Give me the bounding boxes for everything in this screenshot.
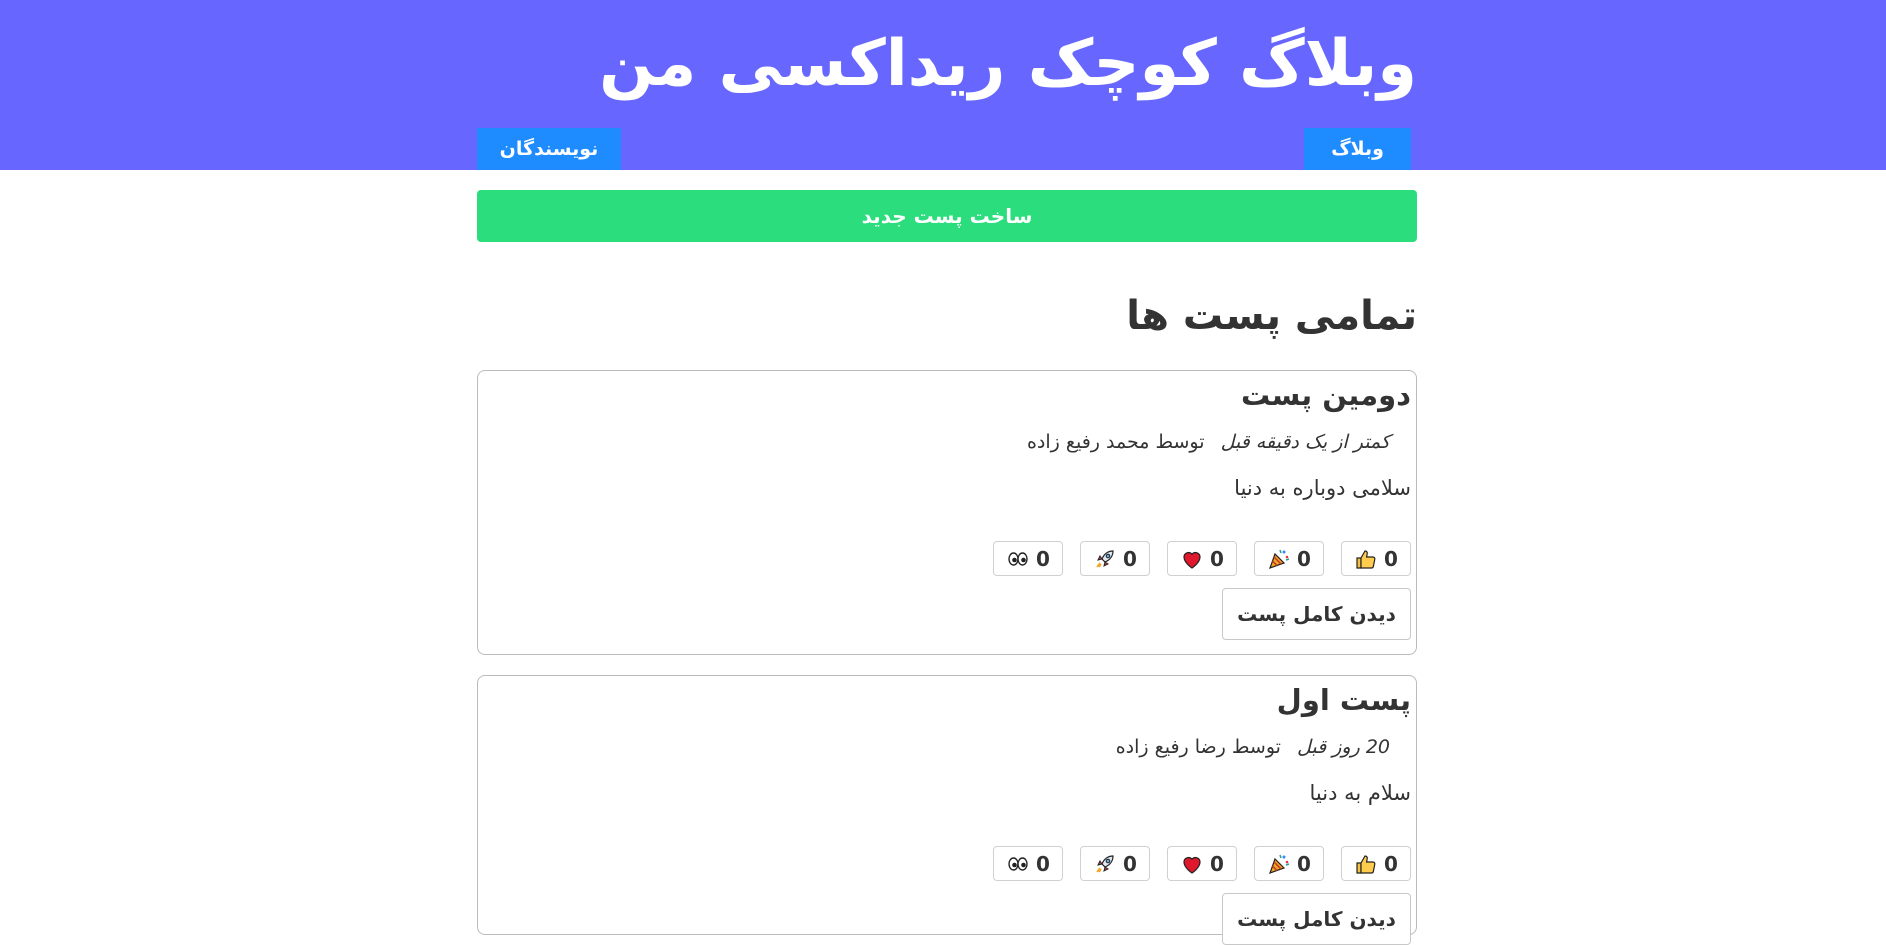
reaction-count: 0 bbox=[1210, 851, 1224, 876]
reaction-count: 0 bbox=[1036, 851, 1050, 876]
reaction-bar: 0 0 0 0 0 bbox=[993, 541, 1411, 576]
heart-icon bbox=[1183, 551, 1201, 569]
post-time: کمتر از یک دقیقه قبل bbox=[1220, 431, 1390, 453]
post-title: پست اول bbox=[1276, 683, 1411, 717]
reaction-count: 0 bbox=[1210, 546, 1224, 571]
site-header: وبلاگ کوچک ریداکسی من وبلاگ نویسندگان bbox=[0, 0, 1886, 170]
post-author: توسط محمد رفیع زاده bbox=[1026, 431, 1205, 453]
party-popper-icon bbox=[1269, 854, 1290, 874]
reaction-bar: 0 0 0 0 0 bbox=[993, 846, 1411, 881]
reaction-count: 0 bbox=[1297, 546, 1311, 571]
eyes-icon bbox=[1008, 551, 1028, 566]
post-time: 20 روز قبل bbox=[1297, 736, 1390, 758]
reaction-heart-button[interactable]: 0 bbox=[1167, 541, 1237, 576]
post-meta: کمتر از یک دقیقه قبل توسط محمد رفیع زاده bbox=[1027, 429, 1390, 455]
post-meta: 20 روز قبل توسط رضا رفیع زاده bbox=[1116, 734, 1390, 760]
reaction-eyes-button[interactable]: 0 bbox=[993, 846, 1063, 881]
site-title: وبلاگ کوچک ریداکسی من bbox=[599, 27, 1417, 101]
reaction-count: 0 bbox=[1384, 851, 1398, 876]
post-excerpt: سلامی دوباره به دنیا bbox=[1234, 476, 1411, 500]
post-excerpt: سلام به دنیا bbox=[1309, 781, 1411, 805]
reaction-count: 0 bbox=[1297, 851, 1311, 876]
reaction-heart-button[interactable]: 0 bbox=[1167, 846, 1237, 881]
reaction-party-button[interactable]: 0 bbox=[1254, 541, 1324, 576]
post-card: پست اول 20 روز قبل توسط رضا رفیع زاده سل… bbox=[477, 675, 1417, 945]
eyes-icon bbox=[1008, 856, 1028, 871]
view-full-post-button[interactable]: دیدن کامل پست bbox=[1222, 588, 1411, 640]
create-post-button[interactable]: ساخت پست جدید bbox=[477, 190, 1417, 242]
rocket-icon bbox=[1096, 854, 1114, 872]
reaction-rocket-button[interactable]: 0 bbox=[1080, 541, 1150, 576]
rocket-icon bbox=[1096, 549, 1114, 567]
reaction-party-button[interactable]: 0 bbox=[1254, 846, 1324, 881]
reaction-count: 0 bbox=[1384, 546, 1398, 571]
post-title: دومین پست bbox=[1241, 378, 1411, 412]
reaction-count: 0 bbox=[1123, 546, 1137, 571]
thumbs-up-icon bbox=[1356, 854, 1376, 874]
heart-icon bbox=[1183, 856, 1201, 874]
reaction-rocket-button[interactable]: 0 bbox=[1080, 846, 1150, 881]
thumbs-up-icon bbox=[1356, 549, 1376, 569]
reaction-thumbs-up-button[interactable]: 0 bbox=[1341, 846, 1411, 881]
post-card: دومین پست کمتر از یک دقیقه قبل توسط محمد… bbox=[477, 370, 1417, 655]
reaction-count: 0 bbox=[1036, 546, 1050, 571]
section-title: تمامی پست ها bbox=[1126, 293, 1417, 339]
nav-blog-button[interactable]: وبلاگ bbox=[1304, 128, 1411, 170]
reaction-count: 0 bbox=[1123, 851, 1137, 876]
party-popper-icon bbox=[1269, 549, 1290, 569]
reaction-thumbs-up-button[interactable]: 0 bbox=[1341, 541, 1411, 576]
view-full-post-button[interactable]: دیدن کامل پست bbox=[1222, 893, 1411, 945]
nav-authors-button[interactable]: نویسندگان bbox=[477, 128, 621, 170]
post-author: توسط رضا رفیع زاده bbox=[1115, 736, 1281, 758]
reaction-eyes-button[interactable]: 0 bbox=[993, 541, 1063, 576]
